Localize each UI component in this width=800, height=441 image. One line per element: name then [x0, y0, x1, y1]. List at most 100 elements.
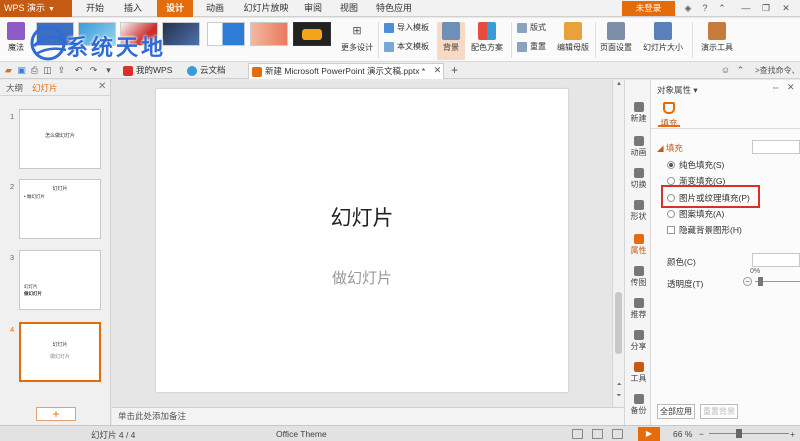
- slide-thumbnail-1[interactable]: 怎么做幻灯片: [19, 109, 101, 169]
- rail-properties[interactable]: 属性: [625, 234, 652, 256]
- presentation-tools-button[interactable]: 演示工具: [696, 22, 738, 53]
- slide-number: 4: [10, 325, 15, 334]
- tab-slideshow[interactable]: 幻灯片放映: [238, 0, 294, 17]
- tab-outline[interactable]: 大纲: [6, 82, 23, 94]
- reading-view-icon[interactable]: [612, 429, 623, 439]
- tab-features[interactable]: 特色应用: [370, 0, 418, 17]
- magic-button[interactable]: 魔法: [4, 22, 28, 53]
- option-solid-fill[interactable]: 纯色填充(S): [667, 159, 724, 171]
- sorter-view-icon[interactable]: [592, 429, 603, 439]
- export-icon[interactable]: ⇪: [56, 65, 67, 76]
- reset-background-button[interactable]: 重置背景: [700, 404, 738, 419]
- tab-insert[interactable]: 插入: [118, 0, 148, 17]
- close-icon[interactable]: ✕: [778, 1, 794, 16]
- vertical-scrollbar[interactable]: ▲ ⏶ ⏷: [612, 80, 624, 407]
- zoom-in-icon[interactable]: +: [790, 429, 795, 439]
- chevron-down-icon[interactable]: ▾: [103, 65, 114, 76]
- rail-label: 分享: [630, 342, 647, 351]
- doc-tab-my-wps[interactable]: 我的WPS: [120, 63, 172, 79]
- rail-label: 传图: [630, 278, 647, 287]
- rail-backup[interactable]: 备份: [625, 394, 652, 416]
- background-button[interactable]: 背景: [437, 22, 465, 60]
- slide-canvas[interactable]: 幻灯片 做幻灯片: [156, 89, 568, 392]
- close-tab-icon[interactable]: ✕: [432, 65, 443, 76]
- tab-animation[interactable]: 动画: [200, 0, 230, 17]
- pane-title[interactable]: 对象属性 ▾: [657, 84, 698, 96]
- close-icon[interactable]: ✕: [787, 82, 795, 93]
- layout-button[interactable]: 版式: [517, 21, 546, 35]
- slide-editor: 幻灯片 做幻灯片: [112, 80, 613, 407]
- tab-design[interactable]: 设计: [157, 0, 193, 17]
- rail-shapes[interactable]: 形状: [625, 200, 652, 222]
- rail-animation[interactable]: 动画: [625, 136, 652, 158]
- import-template-button[interactable]: 导入模板: [384, 21, 429, 35]
- rail-transition[interactable]: 切换: [625, 168, 652, 190]
- add-slide-button[interactable]: +: [36, 407, 76, 421]
- design-thumb-7[interactable]: [293, 22, 331, 46]
- transparency-slider[interactable]: −: [743, 276, 800, 288]
- rail-new[interactable]: 新建: [625, 102, 652, 124]
- rail-share[interactable]: 分享: [625, 330, 652, 352]
- normal-view-icon[interactable]: [572, 429, 583, 439]
- design-thumb-6[interactable]: [250, 22, 288, 46]
- tab-slides[interactable]: 幻灯片: [32, 82, 58, 94]
- slide-thumbnail-2[interactable]: 幻灯片 • 做幻灯片: [19, 179, 101, 239]
- fill-preset-box[interactable]: [752, 140, 800, 154]
- tab-view[interactable]: 视图: [334, 0, 364, 17]
- slide-thumbnail-3[interactable]: 幻灯片 做幻灯片: [19, 250, 101, 310]
- option-pattern-fill[interactable]: 图案填充(A): [667, 208, 724, 220]
- play-slideshow-button[interactable]: ▶: [638, 427, 660, 441]
- rail-recommend[interactable]: 推荐: [625, 298, 652, 320]
- reset-button[interactable]: 重置: [517, 40, 546, 54]
- fill-section-header[interactable]: ◢ 填充: [657, 142, 683, 154]
- apply-all-button[interactable]: 全部应用: [657, 404, 695, 419]
- new-tab-icon[interactable]: +: [449, 64, 460, 76]
- preview-icon[interactable]: ◫: [42, 65, 53, 76]
- zoom-out-icon[interactable]: −: [699, 429, 704, 439]
- skin-icon[interactable]: ◈: [680, 1, 696, 16]
- slide-subtitle[interactable]: 做幻灯片: [156, 267, 568, 288]
- color-scheme-button[interactable]: 配色方案: [468, 22, 506, 53]
- doc-tab-current[interactable]: 新建 Microsoft PowerPoint 演示文稿.pptx *: [248, 63, 444, 79]
- minimize-icon[interactable]: —: [738, 1, 754, 16]
- save-icon[interactable]: ▣: [16, 65, 27, 76]
- option-label: 图案填充(A): [679, 209, 725, 219]
- slide-title[interactable]: 幻灯片: [156, 202, 568, 232]
- color-picker[interactable]: [752, 253, 800, 267]
- rail-upload-image[interactable]: 传图: [625, 266, 652, 288]
- hide-background-graphics-checkbox[interactable]: 隐藏背景图形(H): [667, 224, 742, 236]
- app-menu-button[interactable]: WPS 演示 ▼: [0, 0, 72, 17]
- print-icon[interactable]: ⎙: [29, 65, 40, 76]
- undo-icon[interactable]: ↶: [73, 65, 84, 76]
- login-button[interactable]: 未登录: [622, 1, 675, 16]
- color-label: 颜色(C): [667, 257, 696, 267]
- zoom-slider[interactable]: [709, 433, 789, 434]
- arrow-up-icon[interactable]: ⌃: [735, 65, 746, 76]
- restore-icon[interactable]: ❐: [758, 1, 774, 16]
- arrow-up-icon[interactable]: ⌃: [714, 1, 730, 16]
- open-folder-icon[interactable]: ▰: [3, 65, 14, 76]
- zoom-handle[interactable]: [736, 429, 742, 438]
- slide-number: 3: [10, 253, 15, 262]
- tab-home[interactable]: 开始: [80, 0, 110, 17]
- tab-review[interactable]: 审阅: [298, 0, 328, 17]
- slider-handle[interactable]: [758, 277, 763, 286]
- rail-tools[interactable]: 工具: [625, 362, 652, 384]
- pane-menu-icon[interactable]: ⇔: [771, 82, 780, 92]
- more-designs-button[interactable]: ⊞ 更多设计: [340, 22, 374, 53]
- notes-pane[interactable]: 单击此处添加备注: [112, 407, 624, 425]
- design-thumb-5[interactable]: [207, 22, 245, 46]
- this-template-button[interactable]: 本文模板: [384, 40, 429, 54]
- redo-icon[interactable]: ↷: [88, 65, 99, 76]
- user-icon[interactable]: ☺: [720, 65, 731, 76]
- edit-master-button[interactable]: 编辑母版: [555, 22, 591, 53]
- slide-thumbnail-4[interactable]: 幻灯片 做幻灯片: [19, 322, 101, 382]
- doc-tab-cloud[interactable]: 云文档: [184, 63, 226, 79]
- scrollbar-thumb[interactable]: [615, 292, 622, 354]
- page-setup-button[interactable]: 页面设置: [599, 22, 633, 53]
- command-search[interactable]: >查找命令、搜索: [755, 65, 800, 76]
- minus-icon[interactable]: −: [743, 277, 752, 286]
- slide-size-button[interactable]: 幻灯片大小: [637, 22, 689, 53]
- help-icon[interactable]: ?: [697, 1, 713, 16]
- close-icon[interactable]: ✕: [98, 81, 106, 92]
